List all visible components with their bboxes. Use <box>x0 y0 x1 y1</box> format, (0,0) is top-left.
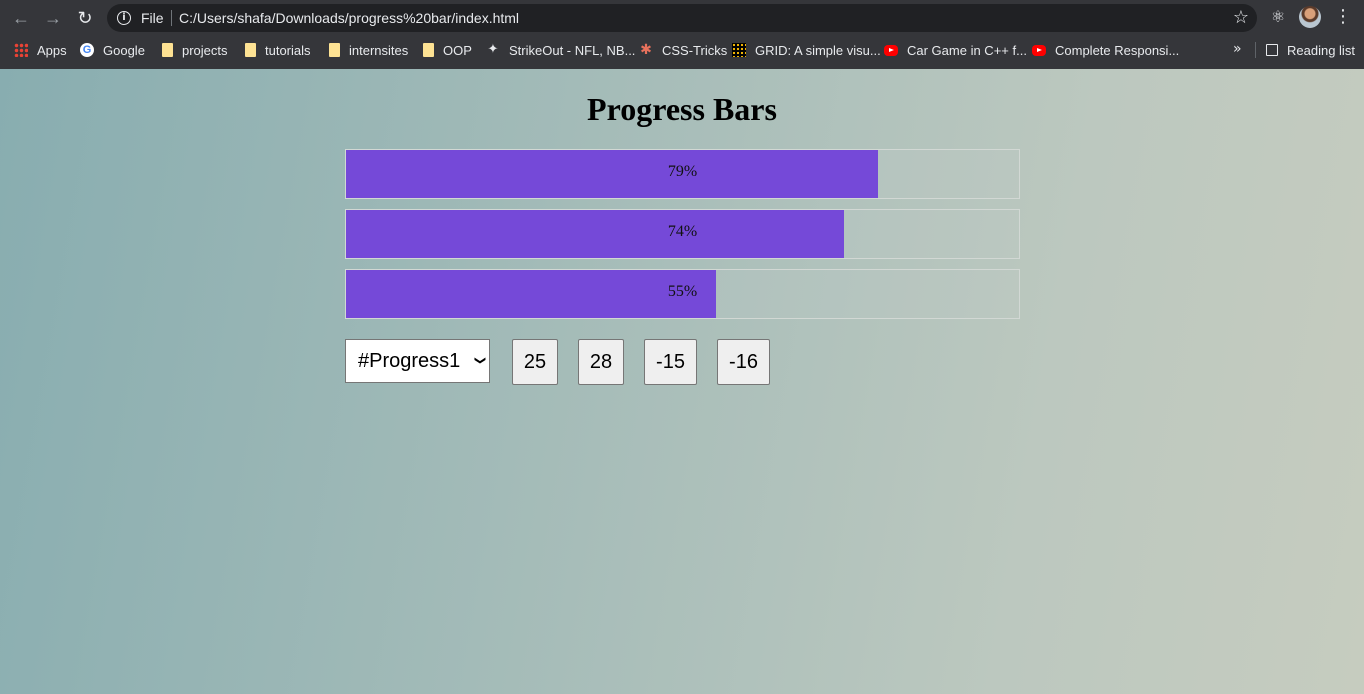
extensions-icon[interactable]: ⚛ <box>1269 7 1287 26</box>
page-content: Progress Bars 79% 74% 55% #Progress1 ❯ 2… <box>0 69 1364 694</box>
browser-toolbar: ← → ↻ i File C:/Users/shafa/Downloads/pr… <box>0 0 1364 36</box>
progress-label: 55% <box>667 283 698 300</box>
info-icon[interactable]: i <box>117 11 131 25</box>
decrement-15-button[interactable]: -15 <box>644 339 697 385</box>
bookmarks-bar: Apps G Google projects tutorials interns… <box>0 37 1364 63</box>
arrow-right-icon[interactable]: → <box>41 6 65 30</box>
chevron-down-icon: ❯ <box>473 355 487 366</box>
progress-bar-3: 55% <box>345 269 1020 319</box>
folder-icon <box>329 43 340 57</box>
reading-list-button[interactable]: Reading list <box>1266 41 1355 59</box>
progress-label: 74% <box>667 223 698 240</box>
google-icon: G <box>80 43 94 57</box>
css-tricks-icon: ✱ <box>640 42 652 58</box>
address-bar[interactable]: i File C:/Users/shafa/Downloads/progress… <box>107 4 1257 32</box>
reading-list-icon <box>1266 44 1278 56</box>
folder-icon <box>162 43 173 57</box>
progress-label: 79% <box>667 163 698 180</box>
increment-28-button[interactable]: 28 <box>578 339 624 385</box>
bookmark-label: projects <box>182 42 228 58</box>
bookmark-label: StrikeOut - NFL, NB... <box>509 42 636 58</box>
bookmark-label: CSS-Tricks <box>662 42 728 58</box>
bookmark-label: Complete Responsi... <box>1055 42 1180 58</box>
chevron-double-right-icon[interactable]: » <box>1233 41 1242 57</box>
bookmark-complete-responsive[interactable]: Complete Responsi... <box>1032 41 1179 59</box>
bookmark-car-game[interactable]: Car Game in C++ f... <box>884 41 1027 59</box>
bookmark-internsites[interactable]: internsites <box>327 41 408 59</box>
bookmark-label: Google <box>103 42 145 58</box>
arrow-left-icon[interactable]: ← <box>9 6 33 30</box>
bookmark-label: internsites <box>349 42 409 58</box>
avatar[interactable] <box>1299 6 1321 28</box>
address-divider <box>171 10 172 26</box>
bookmark-label: tutorials <box>265 42 311 58</box>
bookmark-oop[interactable]: OOP <box>421 41 472 59</box>
bookmark-label: OOP <box>443 42 472 58</box>
bookmark-label: GRID: A simple visu... <box>755 42 881 58</box>
bookmark-projects[interactable]: projects <box>160 41 228 59</box>
reading-list-label: Reading list <box>1287 42 1355 58</box>
grid-icon <box>732 43 746 57</box>
reload-icon[interactable]: ↻ <box>73 6 97 30</box>
scheme-label: File <box>141 10 164 26</box>
progress-bar-2: 74% <box>345 209 1020 259</box>
kebab-menu-icon[interactable]: ⋮ <box>1334 6 1352 28</box>
runner-icon: ✦ <box>487 42 499 57</box>
bookmarks-divider <box>1255 42 1256 58</box>
progress-bar-1: 79% <box>345 149 1020 199</box>
bookmark-strikeout[interactable]: ✦ StrikeOut - NFL, NB... <box>486 41 636 59</box>
browser-chrome: ← → ↻ i File C:/Users/shafa/Downloads/pr… <box>0 0 1364 69</box>
youtube-icon <box>1032 44 1046 56</box>
star-icon[interactable]: ☆ <box>1233 7 1249 28</box>
bookmark-grid[interactable]: GRID: A simple visu... <box>732 41 881 59</box>
folder-icon <box>245 43 256 57</box>
url-text[interactable]: C:/Users/shafa/Downloads/progress%20bar/… <box>179 10 519 26</box>
increment-25-button[interactable]: 25 <box>512 339 558 385</box>
youtube-icon <box>884 44 898 56</box>
bookmark-tutorials[interactable]: tutorials <box>243 41 311 59</box>
bookmark-google[interactable]: G Google <box>80 41 145 59</box>
bookmark-apps[interactable]: Apps <box>14 41 67 59</box>
folder-icon <box>423 43 434 57</box>
bookmark-css-tricks[interactable]: ✱ CSS-Tricks <box>639 41 727 59</box>
bookmark-label: Car Game in C++ f... <box>907 42 1027 58</box>
select-value: #Progress1 <box>358 349 461 372</box>
bookmark-label: Apps <box>37 42 67 58</box>
progress-select[interactable]: #Progress1 ❯ <box>345 339 490 383</box>
decrement-16-button[interactable]: -16 <box>717 339 770 385</box>
apps-icon <box>14 43 28 57</box>
page-title: Progress Bars <box>587 91 777 127</box>
